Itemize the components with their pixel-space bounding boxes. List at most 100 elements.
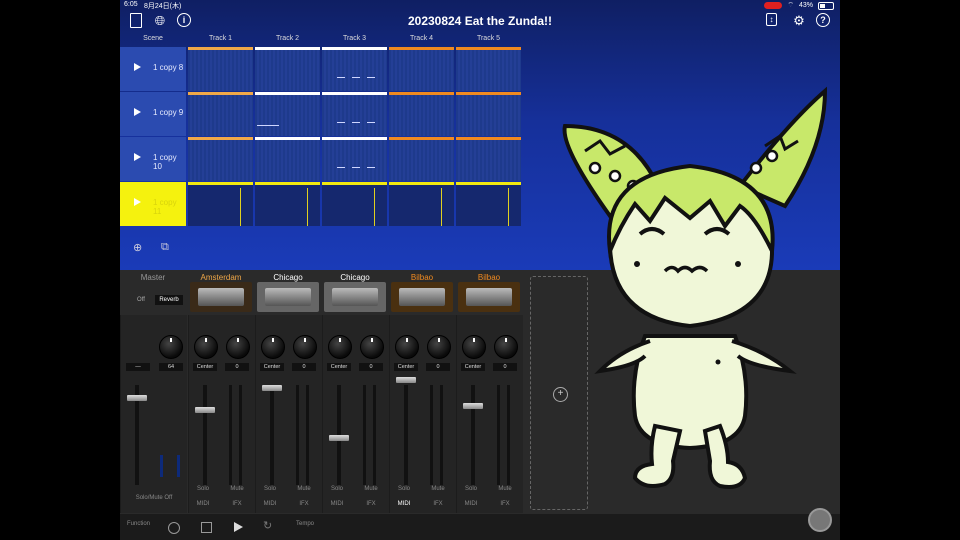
instrument-thumbnail[interactable] [257, 282, 319, 312]
send-knob[interactable] [494, 335, 518, 359]
clip-cell[interactable] [322, 182, 387, 226]
pan-knob[interactable] [261, 335, 285, 359]
add-scene-button[interactable]: ⊕ [133, 241, 142, 254]
instrument-thumbnail[interactable] [324, 282, 386, 312]
clip-cell[interactable] [456, 182, 521, 226]
clip-cell[interactable] [322, 92, 387, 136]
scene-row-1[interactable]: 1 copy 8 [120, 47, 186, 91]
mute-button[interactable]: Mute [225, 486, 249, 492]
send-knob[interactable] [427, 335, 451, 359]
clip-cell[interactable] [255, 92, 320, 136]
instrument-thumbnail[interactable] [391, 282, 453, 312]
track-header-1[interactable]: Track 1 [188, 35, 253, 45]
assistive-touch-button[interactable] [808, 508, 832, 532]
clip-cell[interactable] [389, 92, 454, 136]
play-scene-icon[interactable] [134, 108, 141, 116]
master-reverb-knob[interactable] [159, 335, 183, 359]
instrument-thumbnail[interactable] [458, 282, 520, 312]
channel-name[interactable]: Chicago [322, 273, 388, 282]
channel-name[interactable]: Chicago [255, 273, 321, 282]
play-button[interactable] [234, 522, 243, 532]
ifx-button[interactable]: IFX [225, 501, 249, 507]
stop-button[interactable] [201, 522, 212, 533]
status-date: 8月24日(木) [144, 3, 182, 10]
instrument-thumbnail[interactable] [190, 282, 252, 312]
scene-row-3[interactable]: 1 copy 10 [120, 137, 186, 181]
clip-cell[interactable] [322, 137, 387, 181]
mute-button[interactable]: Mute [292, 486, 316, 492]
track-header-3[interactable]: Track 3 [322, 35, 387, 45]
record-button[interactable] [168, 522, 180, 534]
send-knob[interactable] [360, 335, 384, 359]
clip-cell[interactable] [255, 182, 320, 226]
ifx-button[interactable]: IFX [493, 501, 517, 507]
duplicate-scene-button[interactable]: ⧉ [161, 241, 169, 254]
pan-knob[interactable] [462, 335, 486, 359]
midi-button[interactable]: MIDI [325, 501, 349, 507]
clip-cell[interactable] [456, 47, 521, 91]
loop-icon[interactable]: ↻ [263, 519, 272, 532]
clip-cell[interactable] [188, 182, 253, 226]
solo-button[interactable]: Solo [392, 486, 416, 492]
volume-fader[interactable] [195, 407, 215, 413]
pan-value: Center [461, 363, 485, 371]
clip-cell[interactable] [188, 92, 253, 136]
mute-button[interactable]: Mute [359, 486, 383, 492]
clip-cell[interactable] [188, 47, 253, 91]
midi-button[interactable]: MIDI [392, 501, 416, 507]
midi-button[interactable]: MIDI [191, 501, 215, 507]
track-header-5[interactable]: Track 5 [456, 35, 521, 45]
scene-label: 1 copy 11 [153, 198, 177, 216]
clip-cell[interactable] [188, 137, 253, 181]
volume-fader[interactable] [463, 403, 483, 409]
midi-button[interactable]: MIDI [459, 501, 483, 507]
volume-fader[interactable] [262, 385, 282, 391]
pan-knob[interactable] [194, 335, 218, 359]
clip-cell[interactable] [456, 137, 521, 181]
play-scene-icon[interactable] [134, 153, 141, 161]
send-value: 0 [359, 363, 383, 371]
clip-cell[interactable] [389, 182, 454, 226]
mute-button[interactable]: Mute [493, 486, 517, 492]
volume-fader[interactable] [329, 435, 349, 441]
channel-name[interactable]: Bilbao [456, 273, 522, 282]
master-reverb-button[interactable]: Reverb [155, 295, 183, 305]
solo-mute-off-button[interactable]: Solo/Mute Off [129, 495, 179, 501]
channel-name[interactable]: Bilbao [389, 273, 455, 282]
master-fader[interactable] [127, 395, 147, 401]
track-header-2[interactable]: Track 2 [255, 35, 320, 45]
solo-button[interactable]: Solo [325, 486, 349, 492]
pan-knob[interactable] [395, 335, 419, 359]
master-off-button[interactable]: Off [129, 295, 153, 305]
function-button[interactable]: Function [127, 521, 150, 527]
volume-fader[interactable] [396, 377, 416, 383]
tempo-button[interactable]: Tempo [296, 521, 314, 527]
clip-cell[interactable] [255, 47, 320, 91]
share-button[interactable]: ↕ [766, 13, 782, 29]
solo-button[interactable]: Solo [459, 486, 483, 492]
track-header-4[interactable]: Track 4 [389, 35, 454, 45]
send-knob[interactable] [293, 335, 317, 359]
play-scene-icon[interactable] [134, 63, 141, 71]
solo-button[interactable]: Solo [191, 486, 215, 492]
solo-button[interactable]: Solo [258, 486, 282, 492]
send-knob[interactable] [226, 335, 250, 359]
clip-cell[interactable] [255, 137, 320, 181]
mute-button[interactable]: Mute [426, 486, 450, 492]
ifx-button[interactable]: IFX [426, 501, 450, 507]
ifx-button[interactable]: IFX [292, 501, 316, 507]
scene-row-2[interactable]: 1 copy 9 [120, 92, 186, 136]
channel-name[interactable]: Amsterdam [188, 273, 254, 282]
clip-cell[interactable] [322, 47, 387, 91]
help-button[interactable]: ? [816, 13, 832, 29]
clip-cell[interactable] [389, 137, 454, 181]
play-scene-icon[interactable] [134, 198, 141, 206]
clip-cell[interactable] [389, 47, 454, 91]
ifx-button[interactable]: IFX [359, 501, 383, 507]
scene-row-4[interactable]: 1 copy 11 [120, 182, 186, 226]
pan-knob[interactable] [328, 335, 352, 359]
clip-cell[interactable] [456, 92, 521, 136]
midi-button[interactable]: MIDI [258, 501, 282, 507]
pan-value: Center [327, 363, 351, 371]
settings-button[interactable]: ⚙ [791, 13, 807, 29]
